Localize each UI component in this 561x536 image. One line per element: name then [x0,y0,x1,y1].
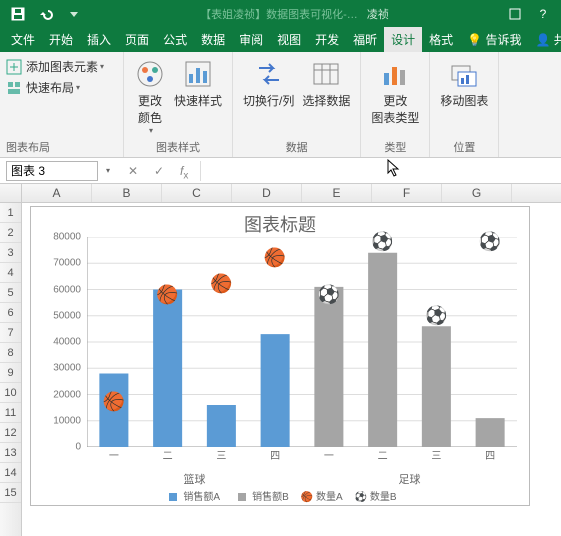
tab-公式[interactable]: 公式 [156,27,194,52]
name-box[interactable] [6,161,98,181]
col-header[interactable]: A [22,184,92,202]
col-header[interactable]: F [372,184,442,202]
share-button[interactable]: 👤 共… [528,27,561,52]
row-header[interactable]: 14 [0,463,21,483]
save-icon[interactable] [8,4,28,24]
help-icon[interactable]: ? [533,4,553,24]
row-header[interactable]: 13 [0,443,21,463]
col-header[interactable]: C [162,184,232,202]
row-header[interactable]: 5 [0,283,21,303]
quick-layout-button[interactable]: 快速布局▾ [6,77,117,98]
row-header[interactable]: 15 [0,483,21,503]
switch-row-col-button[interactable]: 切换行/列 [239,56,298,136]
chart-object[interactable]: 图表标题 01000020000300004000050000600007000… [30,206,530,506]
title-bar: 【表姐凌祯】数据图表可视化-… 凌祯 ? [0,0,561,28]
select-all-corner[interactable] [0,184,22,203]
bar[interactable] [207,405,236,447]
row-header[interactable]: 7 [0,323,21,343]
data-marker[interactable]: ⚽ [371,232,393,253]
bar[interactable] [261,334,290,447]
fx-icon[interactable]: fx [180,164,194,178]
undo-icon[interactable] [36,4,56,24]
group-chart-styles: 更改 颜色▾ 快速样式 图表样式 [124,52,233,157]
row-header[interactable]: 1 [0,203,21,223]
data-marker[interactable]: ⚽ [425,305,447,326]
group-type: 更改 图表类型 类型 [361,52,430,157]
move-chart-button[interactable]: 移动图表 [436,56,492,136]
group-label: 数据 [286,139,308,155]
group-axis-labels: 篮球足球 [87,471,517,485]
row-header[interactable]: 3 [0,243,21,263]
group-label: 图表样式 [156,139,200,155]
ribbon-tabs: 文件开始插入页面公式数据审阅视图开发福昕设计格式💡 告诉我👤 共… [0,28,561,52]
window-title: 【表姐凌祯】数据图表可视化-… 凌祯 [88,6,501,22]
ribbon-display-icon[interactable] [505,4,525,24]
mouse-cursor-icon [387,159,401,177]
bar[interactable] [422,326,451,447]
dropdown-icon[interactable] [64,4,84,24]
bar[interactable] [153,290,182,448]
formula-bar: ▾ ✕ ✓ fx [0,158,561,184]
data-marker[interactable]: 🏀 [264,248,286,269]
row-header[interactable]: 10 [0,383,21,403]
col-header[interactable]: G [442,184,512,202]
bar[interactable] [368,253,397,447]
row-header[interactable]: 6 [0,303,21,323]
tab-数据[interactable]: 数据 [194,27,232,52]
data-marker[interactable]: ⚽ [318,284,340,305]
tab-插入[interactable]: 插入 [80,27,118,52]
data-marker[interactable]: 🏀 [103,392,125,413]
tell-me[interactable]: 💡 告诉我 [460,27,528,52]
tab-福昕[interactable]: 福昕 [346,27,384,52]
bar[interactable] [476,418,505,447]
worksheet[interactable]: ABCDEFG 123456789101112131415 图表标题 01000… [0,184,561,536]
tab-开发[interactable]: 开发 [308,27,346,52]
select-data-button[interactable]: 选择数据 [298,56,354,136]
plot-area[interactable]: 🏀🏀🏀🏀⚽⚽⚽⚽ [87,237,517,447]
data-marker[interactable]: ⚽ [479,232,501,253]
change-colors-button[interactable]: 更改 颜色▾ [130,56,170,136]
tab-设计[interactable]: 设计 [384,27,422,52]
change-chart-type-button[interactable]: 更改 图表类型 [367,56,423,136]
group-label: 图表布局 [6,139,50,155]
formula-input[interactable] [200,161,561,181]
tab-审阅[interactable]: 审阅 [232,27,270,52]
row-header[interactable]: 9 [0,363,21,383]
row-header[interactable]: 4 [0,263,21,283]
name-box-dropdown-icon[interactable]: ▾ [106,166,110,175]
data-marker[interactable]: 🏀 [156,284,178,305]
y-axis-labels: 0100002000030000400005000060000700008000… [37,237,85,447]
col-header[interactable]: D [232,184,302,202]
chart-legend[interactable]: 销售额A销售额B🏀 数量A⚽ 数量B [31,488,529,503]
tab-页面[interactable]: 页面 [118,27,156,52]
group-location: 移动图表 位置 [430,52,499,157]
tab-文件[interactable]: 文件 [4,27,42,52]
col-header[interactable]: E [302,184,372,202]
add-chart-element-button[interactable]: 添加图表元素▾ [6,56,117,77]
bar[interactable] [314,287,343,447]
ribbon: 添加图表元素▾ 快速布局▾ 图表布局 更改 颜色▾ 快速样式 图表样式 切换行/… [0,52,561,158]
cancel-icon[interactable]: ✕ [128,164,142,178]
quick-styles-button[interactable]: 快速样式 [170,56,226,136]
row-header[interactable]: 12 [0,423,21,443]
group-data: 切换行/列 选择数据 数据 [233,52,361,157]
group-label: 位置 [453,139,475,155]
row-header[interactable]: 8 [0,343,21,363]
data-marker[interactable]: 🏀 [210,274,232,295]
group-label: 类型 [384,139,406,155]
row-headers[interactable]: 123456789101112131415 [0,203,22,536]
tab-格式[interactable]: 格式 [422,27,460,52]
row-header[interactable]: 2 [0,223,21,243]
chart-title[interactable]: 图表标题 [31,211,529,237]
col-header[interactable]: B [92,184,162,202]
x-axis-labels: 一二三四一二三四 [87,447,517,471]
tab-视图[interactable]: 视图 [270,27,308,52]
row-header[interactable]: 11 [0,403,21,423]
enter-icon[interactable]: ✓ [154,164,168,178]
group-chart-layouts: 添加图表元素▾ 快速布局▾ 图表布局 [0,52,124,157]
tab-开始[interactable]: 开始 [42,27,80,52]
column-headers[interactable]: ABCDEFG [22,184,561,203]
